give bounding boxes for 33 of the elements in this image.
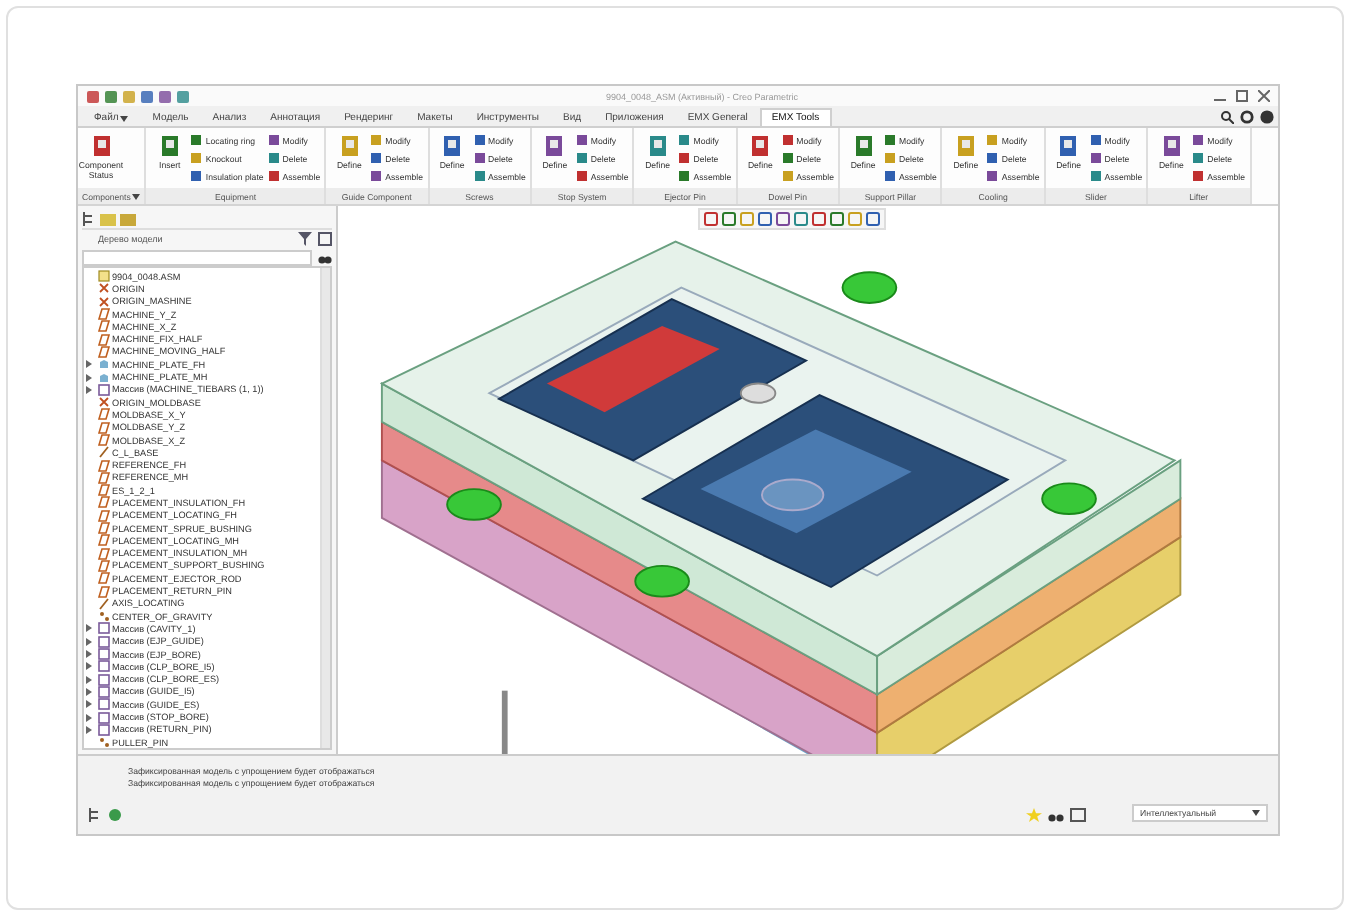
caret-icon [120,115,129,121]
tree-icon[interactable] [82,212,96,226]
component-icon [748,134,773,158]
binoculars-icon[interactable] [318,250,332,264]
search-field[interactable] [82,249,312,265]
point-icon [97,610,109,623]
star-icon[interactable] [1026,808,1042,822]
component-icon [1056,134,1081,158]
component-icon [645,134,670,158]
component-icon [851,134,876,158]
axis-icon [97,446,109,459]
axis-icon [97,597,109,610]
search-icon[interactable] [1220,109,1234,123]
window-icon[interactable] [1070,808,1086,822]
component-icon [542,134,567,158]
close-icon[interactable] [1258,90,1270,102]
component-icon [440,134,465,158]
component-icon [337,134,362,158]
assembly-icon [97,270,109,283]
point-icon [97,736,109,748]
help-icon[interactable] [1260,109,1274,123]
tree-icon[interactable] [88,808,102,822]
caret-icon [132,193,141,199]
component-icon [1159,134,1184,158]
caret-icon [1252,810,1260,816]
component-icon [89,134,113,158]
binoculars-icon[interactable] [1048,808,1064,822]
component-icon [157,134,182,158]
axes-icon [97,396,109,409]
component-icon [953,134,978,158]
scrollbar[interactable] [320,268,330,748]
pattern-icon [97,383,109,396]
maximize-icon[interactable] [1236,90,1248,102]
